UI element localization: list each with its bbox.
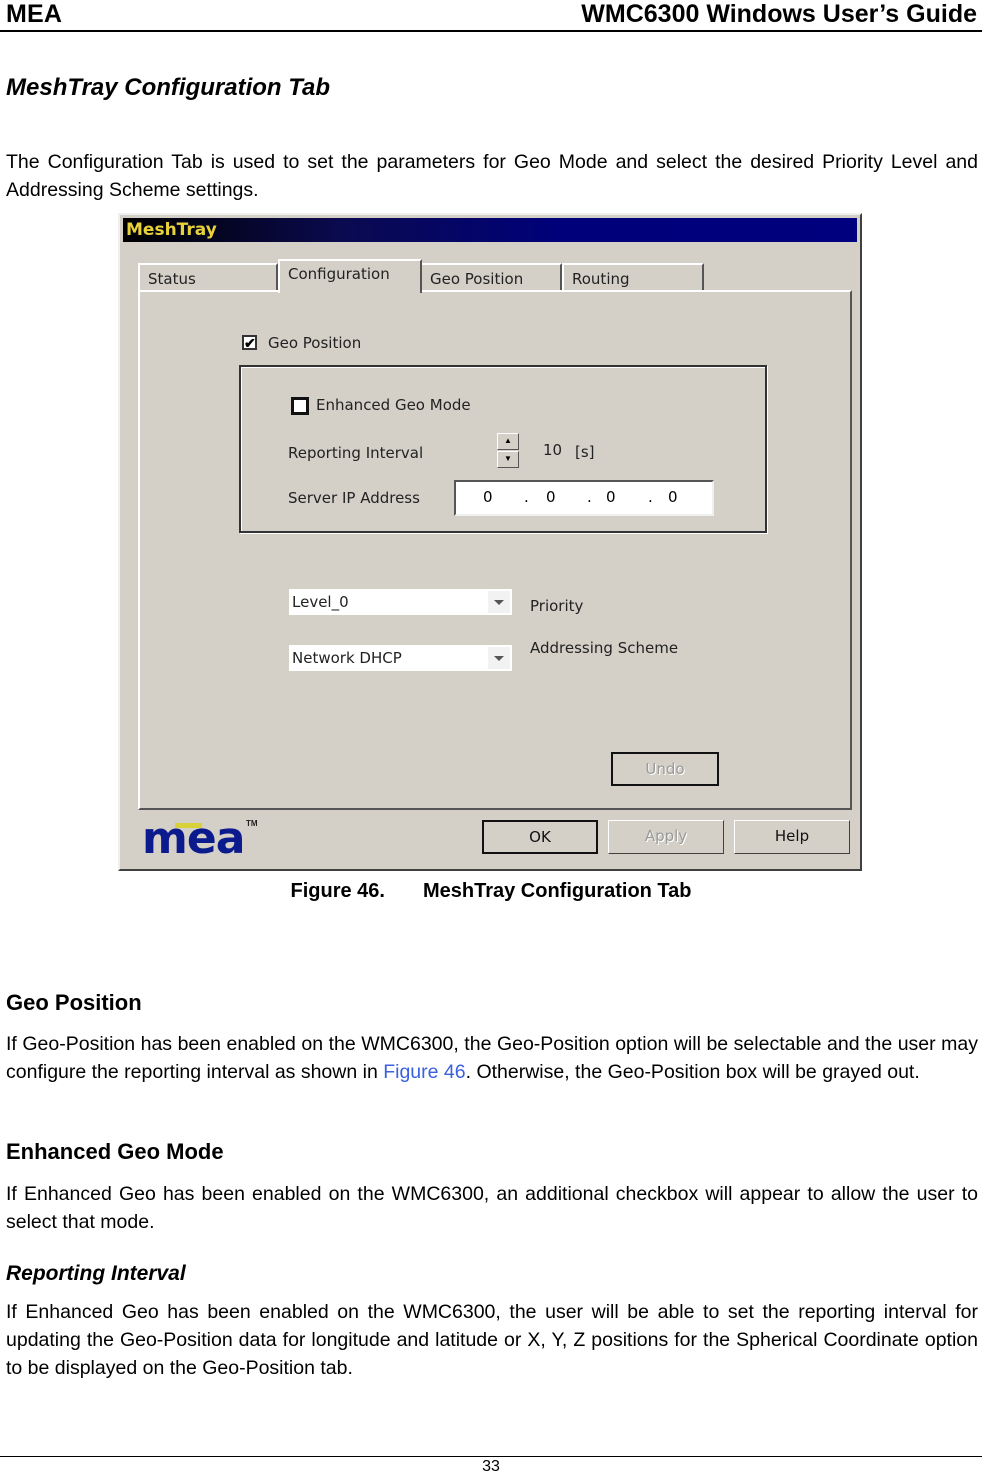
header-rule (0, 30, 982, 32)
ok-button[interactable]: OK (482, 820, 598, 854)
spinner-down-button[interactable]: ▼ (497, 451, 519, 468)
server-ip-input[interactable]: 0 . 0 . 0 . 0 (454, 480, 714, 516)
priority-select[interactable]: Level_0 (289, 589, 512, 615)
undo-button[interactable]: Undo (611, 752, 719, 786)
tab-status[interactable]: Status (138, 263, 278, 291)
window-titlebar[interactable]: MeshTray (123, 218, 857, 242)
geo-position-text-end: . Otherwise, the Geo-Position box will b… (465, 1061, 920, 1083)
reporting-interval-paragraph: If Enhanced Geo has been enabled on the … (6, 1301, 978, 1379)
spinner-up-button[interactable]: ▲ (497, 433, 519, 450)
header-guide-title: WMC6300 Windows User’s Guide (581, 0, 977, 28)
addressing-scheme-value: Network DHCP (292, 649, 402, 667)
reporting-interval-heading: Reporting Interval (6, 1262, 186, 1285)
ip-dot: . (524, 488, 529, 506)
mea-logo: mea TM (142, 813, 258, 864)
logo-macron-bar (175, 823, 202, 828)
ip-octet-3[interactable]: 0 (606, 488, 616, 506)
figure-caption: Figure 46. MeshTray Configuration Tab (0, 880, 982, 903)
priority-value: Level_0 (292, 593, 349, 611)
window-title: MeshTray (126, 220, 217, 240)
server-ip-label: Server IP Address (288, 489, 420, 507)
enhanced-geo-label: Enhanced Geo Mode (316, 396, 471, 414)
arrow-down-icon: ▼ (504, 454, 512, 463)
ip-dot: . (587, 488, 592, 506)
reporting-interval-label: Reporting Interval (288, 444, 424, 462)
enhanced-geo-paragraph: If Enhanced Geo has been enabled on the … (6, 1183, 978, 1233)
addressing-scheme-label: Addressing Scheme (530, 639, 679, 657)
tab-configuration-label: Configuration (288, 265, 390, 283)
meshtray-window: MeshTray Status Configuration Geo Positi… (118, 213, 862, 871)
check-icon: ✔ (244, 335, 256, 351)
apply-button[interactable]: Apply (608, 820, 724, 854)
ip-octet-4[interactable]: 0 (668, 488, 678, 506)
ip-octet-2[interactable]: 0 (546, 488, 556, 506)
geo-position-heading: Geo Position (6, 990, 142, 1015)
footer-rule (0, 1456, 982, 1457)
reporting-interval-unit: [s] (575, 443, 595, 461)
ip-dot: . (648, 488, 653, 506)
enhanced-geo-checkbox[interactable] (291, 397, 309, 415)
section-title: MeshTray Configuration Tab (6, 74, 331, 101)
help-button[interactable]: Help (734, 820, 850, 854)
tab-routing-label: Routing (572, 270, 630, 288)
figure-number: Figure 46. (290, 880, 385, 902)
reporting-interval-value: 10 (543, 441, 563, 459)
tab-configuration[interactable]: Configuration (278, 259, 422, 293)
figure-title: MeshTray Configuration Tab (422, 880, 692, 902)
section-intro: The Configuration Tab is used to set the… (6, 151, 978, 201)
tab-status-label: Status (148, 270, 196, 288)
configuration-panel: ✔ Geo Position Enhanced Geo Mode Reporti… (138, 290, 852, 810)
geo-position-label: Geo Position (268, 334, 362, 352)
figure-46-link[interactable]: Figure 46 (383, 1061, 465, 1083)
tab-routing[interactable]: Routing (562, 263, 704, 291)
tab-geo-position-label: Geo Position (430, 270, 524, 288)
addressing-scheme-select[interactable]: Network DHCP (289, 645, 512, 671)
arrow-up-icon: ▲ (504, 436, 512, 445)
header-company: MEA (6, 0, 63, 28)
chevron-down-icon[interactable] (488, 647, 510, 669)
geo-position-checkbox[interactable]: ✔ (242, 335, 257, 350)
logo-wordmark: mea (142, 813, 245, 864)
tab-geo-position[interactable]: Geo Position (422, 263, 562, 291)
ip-octet-1[interactable]: 0 (483, 488, 493, 506)
logo-trademark: TM (246, 819, 258, 828)
chevron-down-icon[interactable] (488, 591, 510, 613)
priority-label: Priority (530, 597, 584, 615)
geo-settings-group: Enhanced Geo Mode Reporting Interval ▲ ▼… (239, 365, 767, 533)
geo-position-paragraph: If Geo-Position has been enabled on the … (6, 1030, 978, 1086)
enhanced-geo-heading: Enhanced Geo Mode (6, 1139, 224, 1164)
page-number: 33 (482, 1458, 500, 1475)
